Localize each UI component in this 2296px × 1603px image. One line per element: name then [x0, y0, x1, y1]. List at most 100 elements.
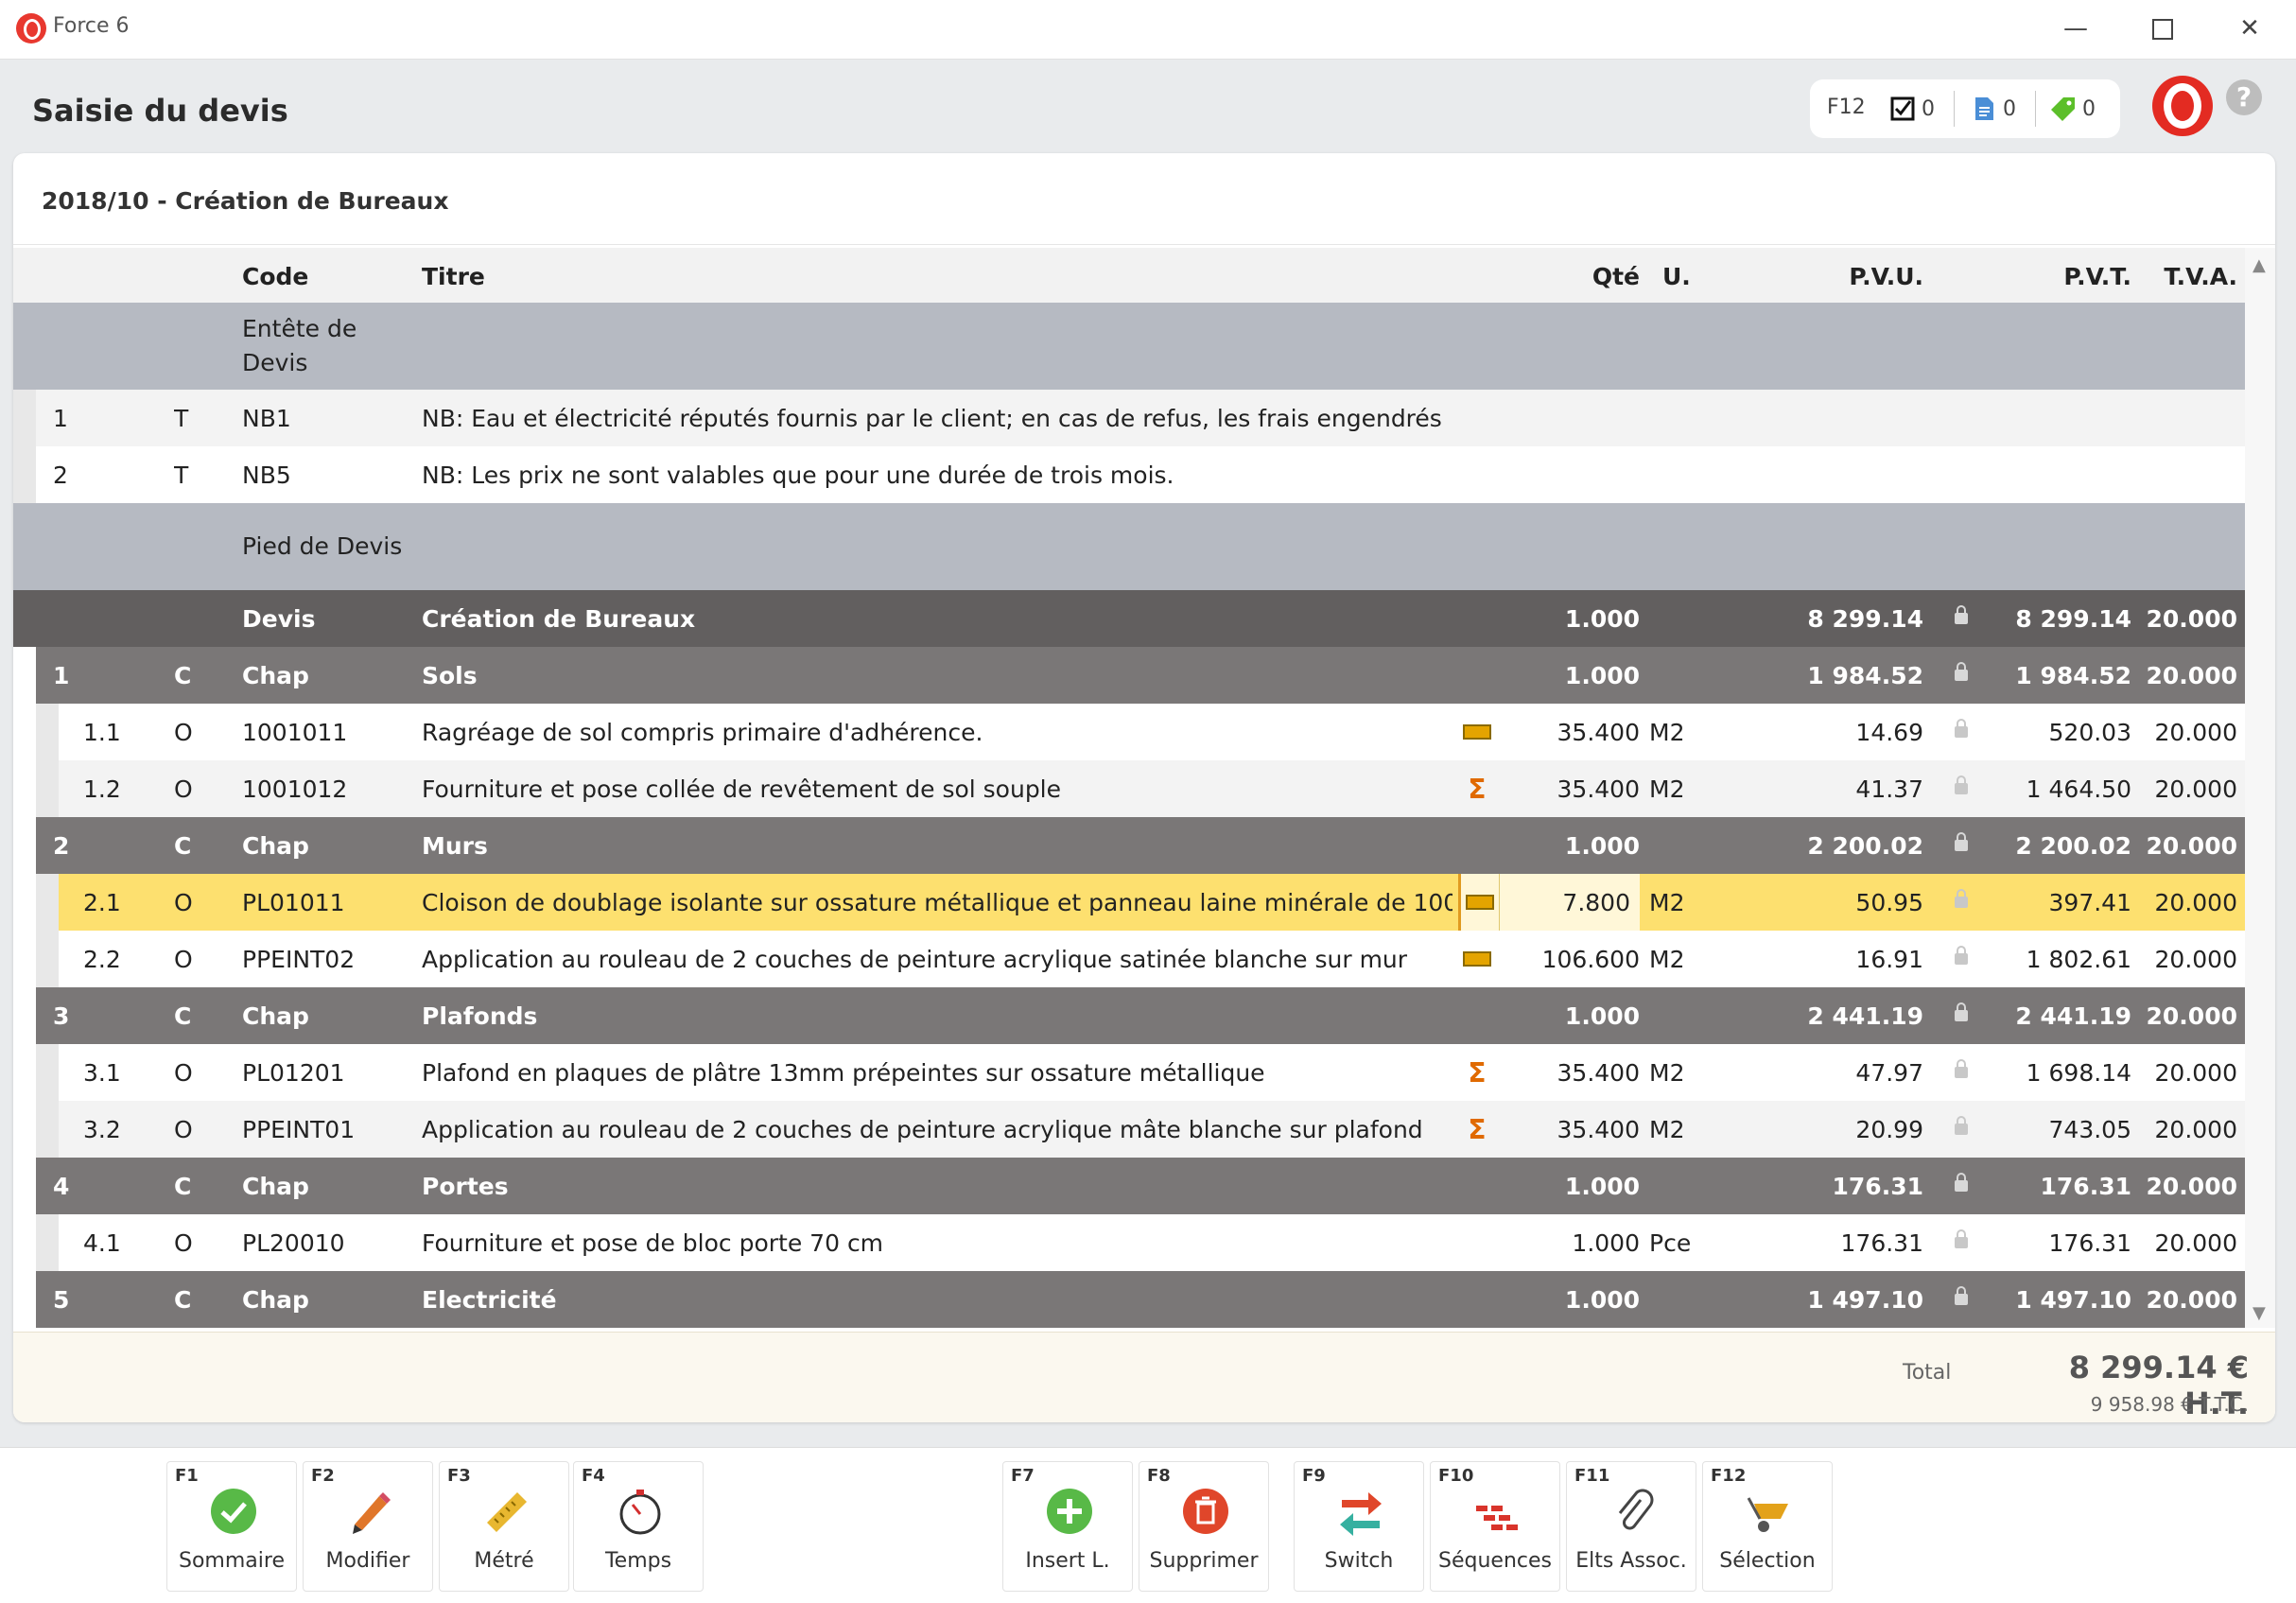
toolbar-button-insert-l[interactable]: F7 Insert L.	[1002, 1461, 1133, 1592]
table-row-selected[interactable]: 2.1 O PL01011 Cloison de doublage isolante …	[13, 874, 2245, 931]
row-marker[interactable]: Σ	[1458, 1044, 1496, 1101]
row-lock[interactable]	[1942, 760, 1980, 817]
table-row[interactable]: 2.2 O PPEINT02 Application au rouleau de 2 …	[13, 931, 2245, 987]
row-total-price: 1 698.14	[2026, 1058, 2131, 1087]
toolbar-button-sommaire[interactable]: F1 Sommaire	[166, 1461, 297, 1592]
row-type: O	[174, 775, 193, 803]
table-row[interactable]: 1 C Chap Sols 1.000 1 984.52 1 984.52 20.000	[36, 647, 2245, 704]
table-row[interactable]: 3 C Chap Plafonds 1.000 2 441.19 2 441.19 20.00…	[36, 987, 2245, 1044]
scroll-down-icon[interactable]: ▼	[2253, 1303, 2266, 1323]
row-indent	[13, 390, 36, 446]
row-unit-price	[1715, 446, 1923, 503]
row-marker[interactable]	[1458, 817, 1496, 874]
row-lock[interactable]	[1942, 987, 1980, 1044]
help-icon[interactable]: ?	[2226, 79, 2262, 115]
col-header-code[interactable]: Code	[242, 248, 412, 305]
row-lock[interactable]	[1942, 1214, 1980, 1271]
col-header-tva[interactable]: T.V.A.	[2141, 248, 2237, 305]
table-row[interactable]: Entête de Devis	[13, 303, 2245, 390]
row-vat: 20.000	[2154, 1058, 2237, 1087]
row-indent	[36, 760, 59, 817]
row-lock[interactable]	[1942, 817, 1980, 874]
row-lock[interactable]	[1942, 446, 1980, 503]
toolbar-button-modifier[interactable]: F2 Modifier	[303, 1461, 433, 1592]
switch-arrows-icon	[1336, 1487, 1385, 1536]
documents-counter[interactable]: 0	[1971, 93, 2016, 125]
function-key-label: F4	[582, 1466, 605, 1486]
toolbar-button-sélection[interactable]: F12 Sélection	[1702, 1461, 1833, 1592]
row-number: 4	[53, 1172, 70, 1200]
toolbar-button-switch[interactable]: F9 Switch	[1294, 1461, 1424, 1592]
row-lock[interactable]	[1942, 1271, 1980, 1328]
function-key-toolbar: F1 Sommaire F2 Modifier F3 Métré F4 Temps F7 Inse…	[0, 1447, 2296, 1603]
table-row[interactable]: 1.2 O 1001012 Fourniture et pose collée de …	[13, 760, 2245, 817]
toolbar-button-séquences[interactable]: F10 Séquences	[1430, 1461, 1560, 1592]
col-header-qte[interactable]: Qté	[1488, 248, 1640, 305]
row-marker[interactable]	[1458, 1214, 1496, 1271]
row-lock[interactable]	[1942, 1044, 1980, 1101]
table-row[interactable]: 2 T NB5 NB: Les prix ne sont valables que p…	[13, 446, 2245, 503]
table-row[interactable]: 2 C Chap Murs 1.000 2 200.02 2 200.02 20.000	[36, 817, 2245, 874]
close-button[interactable]: ✕	[2228, 9, 2271, 47]
minimize-button[interactable]: —	[2054, 9, 2097, 47]
row-lock[interactable]	[1942, 874, 1980, 931]
row-marker[interactable]	[1458, 931, 1496, 987]
table-row[interactable]: 4.1 O PL20010 Fourniture et pose de bloc po…	[13, 1214, 2245, 1271]
table-row[interactable]: 3.1 O PL01201 Plafond en plaques de plâtre …	[13, 1044, 2245, 1101]
tags-counter[interactable]: 0	[2050, 93, 2096, 125]
table-row[interactable]: Pied de Devis	[13, 503, 2245, 590]
table-row[interactable]: 5 C Chap Electricité 1.000 1 497.10 1 497.10 20…	[36, 1271, 2245, 1328]
row-marker[interactable]	[1458, 590, 1496, 647]
toolbar-button-métré[interactable]: F3 Métré	[439, 1461, 569, 1592]
toolbar-button-temps[interactable]: F4 Temps	[573, 1461, 704, 1592]
row-marker[interactable]: Σ	[1458, 760, 1496, 817]
row-marker[interactable]	[1458, 390, 1496, 446]
col-header-pvu[interactable]: P.V.U.	[1715, 248, 1923, 305]
toolbar-button-supprimer[interactable]: F8 Supprimer	[1139, 1461, 1269, 1592]
lock-icon	[1955, 719, 1968, 738]
row-lock[interactable]	[1942, 303, 1980, 390]
scroll-up-icon[interactable]: ▲	[2253, 255, 2266, 275]
row-lock[interactable]	[1942, 704, 1980, 760]
row-lock[interactable]	[1942, 931, 1980, 987]
row-lock[interactable]	[1942, 1101, 1980, 1158]
toolbar-button-label: Supprimer	[1149, 1549, 1259, 1573]
row-marker[interactable]	[1458, 1158, 1496, 1214]
table-row[interactable]: 4 C Chap Portes 1.000 176.31 176.31 20.000	[36, 1158, 2245, 1214]
table-row[interactable]: 1.1 O 1001011 Ragréage de sol compris prima…	[13, 704, 2245, 760]
row-marker[interactable]	[1458, 446, 1496, 503]
row-lock[interactable]	[1942, 503, 1980, 590]
lock-icon	[1955, 1173, 1968, 1192]
row-code: PPEINT02	[242, 945, 356, 973]
row-marker[interactable]	[1458, 303, 1496, 390]
toolbar-button-elts-assoc[interactable]: F11 Elts Assoc.	[1566, 1461, 1696, 1592]
row-marker[interactable]: Σ	[1458, 1101, 1496, 1158]
row-lock[interactable]	[1942, 1158, 1980, 1214]
col-header-pvt[interactable]: P.V.T.	[1980, 248, 2131, 305]
maximize-button[interactable]	[2141, 9, 2184, 47]
function-key-label: F12	[1711, 1466, 1747, 1486]
table-row[interactable]: 3.2 O PPEINT01 Application au rouleau de 2 …	[13, 1101, 2245, 1158]
row-unit	[1649, 303, 1725, 390]
row-lock[interactable]	[1942, 647, 1980, 704]
row-marker[interactable]	[1458, 1271, 1496, 1328]
row-marker[interactable]	[1458, 704, 1496, 760]
row-unit	[1649, 590, 1725, 647]
row-number: 1.1	[83, 718, 121, 746]
row-unit: M2	[1649, 1115, 1685, 1143]
row-lock[interactable]	[1942, 390, 1980, 446]
row-marker[interactable]	[1458, 987, 1496, 1044]
row-marker[interactable]	[1458, 647, 1496, 704]
row-marker[interactable]	[1458, 874, 1500, 931]
col-header-titre[interactable]: Titre	[422, 248, 1452, 305]
document-icon	[1975, 97, 1993, 120]
table-row[interactable]: 1 T NB1 NB: Eau et électricité réputés four…	[13, 390, 2245, 446]
row-type: T	[174, 404, 189, 432]
row-type: O	[174, 718, 193, 746]
row-marker[interactable]	[1458, 503, 1496, 590]
row-lock[interactable]	[1942, 590, 1980, 647]
vertical-scrollbar[interactable]	[2245, 248, 2275, 1328]
row-total-price	[1980, 503, 2131, 590]
tasks-counter[interactable]: 0	[1889, 93, 1935, 125]
table-row[interactable]: Devis Création de Bureaux 1.000 8 299.14 8 2…	[13, 590, 2245, 647]
